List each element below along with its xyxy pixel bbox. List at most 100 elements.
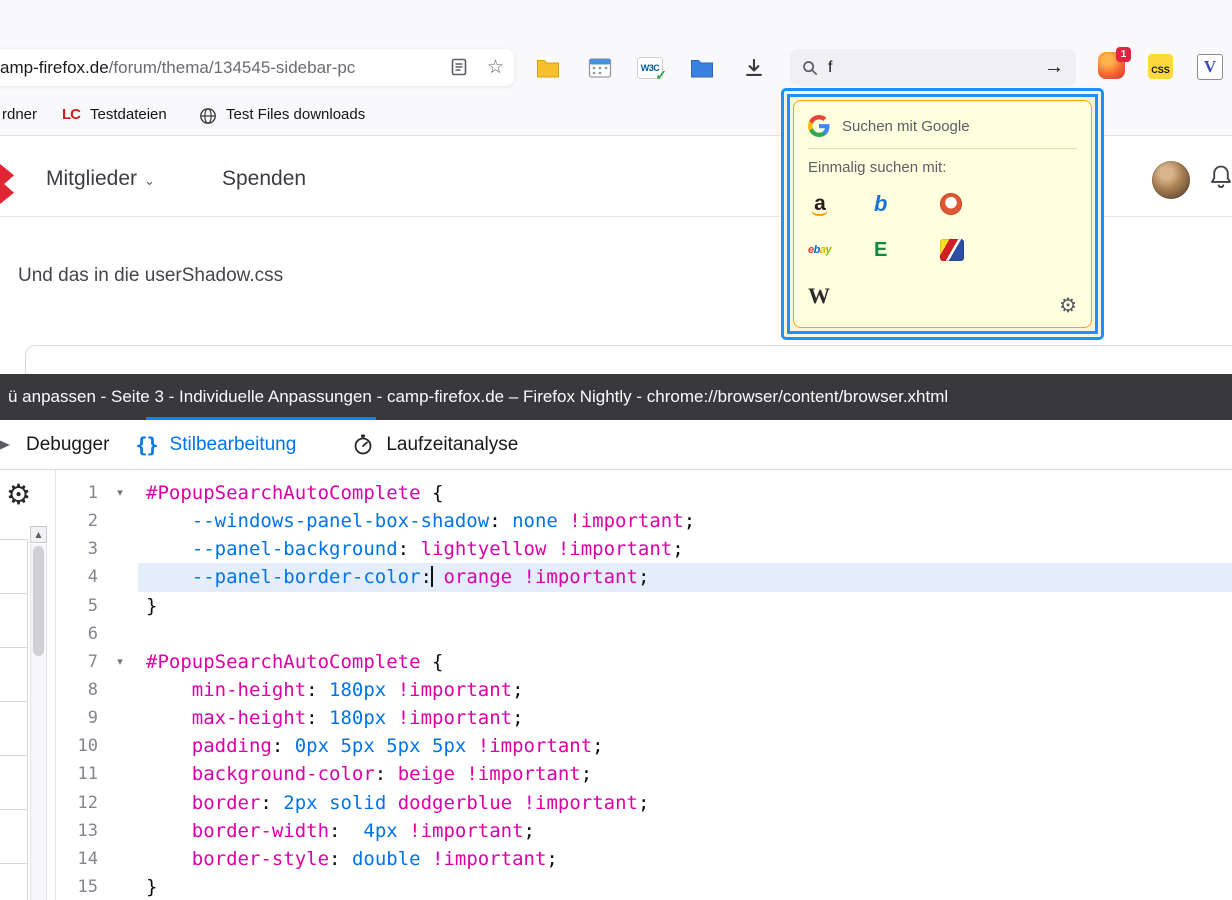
folder-blue-icon[interactable]	[688, 54, 716, 82]
fold-arrow-icon[interactable]: ▾	[102, 479, 138, 507]
css-addon-icon[interactable]: CSS	[1148, 54, 1173, 79]
ecosia-icon[interactable]: E	[874, 238, 940, 262]
search-bar[interactable]: f →	[790, 49, 1076, 86]
tab-styleeditor[interactable]: {} Stilbearbeitung	[135, 420, 296, 469]
url-bar[interactable]: amp-firefox.de/forum/thema/134545-sideba…	[0, 49, 514, 86]
stylesheet-list-item[interactable]	[0, 701, 28, 756]
code-line[interactable]: 3 --panel-background: lightyellow !impor…	[56, 535, 1232, 563]
code-text: padding: 0px 5px 5px 5px !important;	[138, 732, 1232, 760]
ecosia-icon: E	[874, 239, 887, 262]
engine-grid: ab ebay E W	[808, 192, 1077, 308]
fold-gutter	[102, 873, 138, 900]
stylesheet-list-item[interactable]	[0, 593, 28, 648]
code-line[interactable]: 4 --panel-border-color: orange !importan…	[56, 563, 1232, 591]
line-number: 11	[56, 760, 102, 788]
line-number: 12	[56, 789, 102, 817]
tab-debugger-label: Debugger	[26, 434, 109, 456]
reader-mode-icon[interactable]	[450, 57, 468, 77]
styleeditor-sidebar: ⚙ ▲	[0, 470, 56, 900]
leo-icon[interactable]	[940, 238, 1006, 262]
tab-styleeditor-label: Stilbearbeitung	[170, 434, 297, 456]
w3c-validator-icon[interactable]: W3C ✓	[636, 54, 664, 82]
search-settings-gear-icon[interactable]: ⚙	[1059, 295, 1077, 315]
code-line[interactable]: 6	[56, 620, 1232, 648]
stylesheet-list-item[interactable]	[0, 755, 28, 810]
scroll-up-button[interactable]: ▲	[30, 526, 47, 543]
code-line[interactable]: 14 border-style: double !important;	[56, 845, 1232, 873]
nav-item-mitglieder[interactable]: Mitglieder⌄	[46, 167, 155, 191]
post-text: Und das in die userShadow.css	[18, 265, 283, 287]
duckduckgo-icon[interactable]	[940, 192, 1006, 216]
code-text	[138, 620, 1232, 648]
fold-gutter	[102, 760, 138, 788]
fold-gutter	[102, 592, 138, 620]
leo-icon	[940, 239, 964, 261]
code-text: background-color: beige !important;	[138, 760, 1232, 788]
amazon-icon[interactable]: a	[808, 192, 874, 216]
line-number: 1	[56, 479, 102, 507]
code-text: min-height: 180px !important;	[138, 676, 1232, 704]
code-line[interactable]: 2 --windows-panel-box-shadow: none !impo…	[56, 507, 1232, 535]
code-line[interactable]: 8 min-height: 180px !important;	[56, 676, 1232, 704]
fold-gutter	[102, 817, 138, 845]
code-line[interactable]: 7▾#PopupSearchAutoComplete {	[56, 648, 1232, 676]
bookmark-item-test-files[interactable]: Test Files downloads	[226, 106, 365, 123]
stylesheet-list-item[interactable]	[0, 809, 28, 864]
line-number: 14	[56, 845, 102, 873]
styleeditor-options-gear-icon[interactable]: ⚙	[6, 480, 31, 510]
code-line[interactable]: 5}	[56, 592, 1232, 620]
bing-icon[interactable]: b	[874, 192, 940, 216]
line-number: 6	[56, 620, 102, 648]
stylesheet-list-item[interactable]	[0, 863, 28, 900]
url-text: amp-firefox.de/forum/thema/134545-sideba…	[0, 58, 355, 78]
fold-gutter	[102, 704, 138, 732]
v-addon-icon[interactable]: V	[1197, 54, 1223, 80]
bookmark-item-testdateien[interactable]: Testdateien	[90, 106, 167, 123]
tab-performance-label: Laufzeitanalyse	[386, 434, 518, 456]
stylesheet-list-item[interactable]	[0, 539, 28, 594]
search-go-arrow[interactable]: →	[1044, 56, 1064, 79]
screen: amp-firefox.de/forum/thema/134545-sideba…	[0, 0, 1232, 900]
lc-logo-icon[interactable]: LC	[58, 104, 84, 124]
wikipedia-icon: W	[808, 283, 830, 309]
code-editor[interactable]: 1▾#PopupSearchAutoComplete {2 --windows-…	[56, 470, 1232, 900]
line-number: 10	[56, 732, 102, 760]
notification-bell-icon[interactable]	[1207, 163, 1232, 191]
wikipedia-icon[interactable]: W	[808, 284, 874, 308]
code-line[interactable]: 9 max-height: 180px !important;	[56, 704, 1232, 732]
ebay-icon[interactable]: ebay	[808, 238, 874, 262]
code-line[interactable]: 13 border-width: 4px !important;	[56, 817, 1232, 845]
tab-debugger[interactable]: Debugger	[0, 420, 109, 469]
stylesheet-list-item[interactable]	[0, 647, 28, 702]
code-text: border-style: double !important;	[138, 845, 1232, 873]
downloads-icon[interactable]	[740, 54, 768, 82]
code-line[interactable]: 11 background-color: beige !important;	[56, 760, 1232, 788]
code-text: --panel-border-color: orange !important;	[138, 563, 1232, 591]
ebay-icon: ebay	[808, 244, 831, 256]
addon-icon-badge[interactable]: 1	[1098, 52, 1125, 79]
sidebar-scrollbar[interactable]	[30, 544, 47, 900]
line-number: 5	[56, 592, 102, 620]
scrollbar-thumb[interactable]	[33, 546, 44, 656]
bookmark-item-ordner[interactable]: rdner	[2, 106, 37, 123]
folder-yellow-icon[interactable]	[534, 54, 562, 82]
toolbox-titlebar: ü anpassen - Seite 3 - Individuelle Anpa…	[0, 374, 1232, 420]
nav-item-spenden[interactable]: Spenden	[222, 167, 306, 191]
avatar[interactable]	[1152, 161, 1190, 199]
search-with-google-row[interactable]: Suchen mit Google	[808, 111, 1077, 141]
bookmark-star-icon[interactable]: ☆	[487, 57, 504, 78]
fold-arrow-icon[interactable]: ▾	[102, 648, 138, 676]
line-number: 2	[56, 507, 102, 535]
code-line[interactable]: 1▾#PopupSearchAutoComplete {	[56, 479, 1232, 507]
session-manager-icon[interactable]	[586, 54, 614, 82]
line-number: 7	[56, 648, 102, 676]
code-line[interactable]: 15}	[56, 873, 1232, 900]
tab-performance[interactable]: Laufzeitanalyse	[352, 420, 518, 469]
braces-icon: {}	[135, 433, 157, 457]
w3c-box: W3C ✓	[637, 57, 663, 79]
code-text: --windows-panel-box-shadow: none !import…	[138, 507, 1232, 535]
code-line[interactable]: 12 border: 2px solid dodgerblue !importa…	[56, 789, 1232, 817]
one-time-search-label: Einmalig suchen mit:	[808, 159, 1077, 176]
search-input[interactable]: f	[828, 59, 1044, 77]
code-line[interactable]: 10 padding: 0px 5px 5px 5px !important;	[56, 732, 1232, 760]
